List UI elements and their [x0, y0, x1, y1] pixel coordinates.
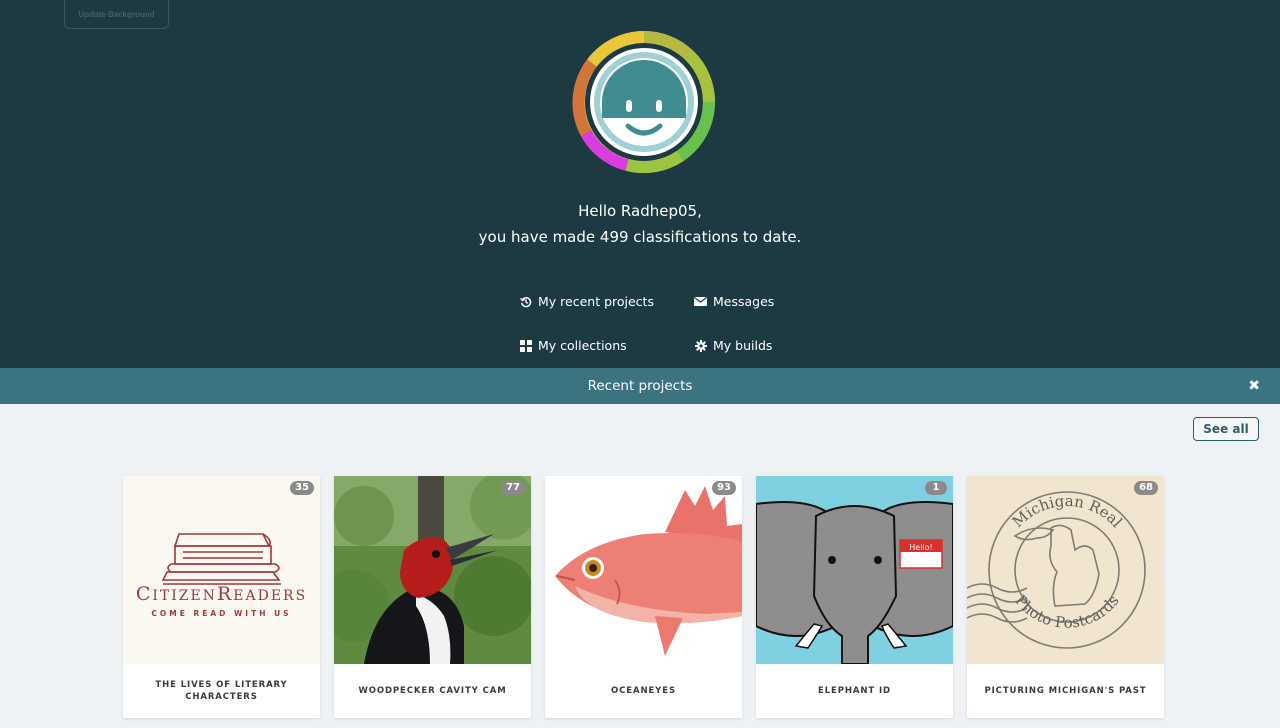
my-collections-link[interactable]: My collections [520, 338, 627, 353]
project-image: CITIZENREADERS COME READ WITH US [123, 476, 320, 664]
envelope-icon [694, 297, 707, 306]
recent-projects-title: Recent projects [587, 378, 693, 394]
gear-icon [695, 339, 707, 352]
project-title: PICTURING MICHIGAN'S PAST [984, 686, 1147, 696]
project-card[interactable]: CITIZENREADERS COME READ WITH US 35 THE … [123, 476, 320, 718]
classification-count: you have made 499 classifications to dat… [478, 228, 802, 246]
project-image: Hello! [756, 476, 953, 664]
project-title: ELEPHANT ID [818, 686, 891, 696]
hello-tag-text: Hello! [909, 543, 932, 552]
messages-label: Messages [713, 294, 775, 309]
classification-count-badge: 68 [1134, 481, 1158, 495]
my-builds-link[interactable]: My builds [695, 338, 772, 353]
project-card[interactable]: Michigan Real Photo Postcards 68 PICTURI… [967, 476, 1164, 718]
messages-link[interactable]: Messages [694, 294, 774, 309]
classification-count-badge: 1 [925, 481, 947, 495]
classification-count-badge: 93 [712, 481, 736, 495]
greeting-name: Hello Radhep05, [578, 202, 702, 220]
close-icon[interactable]: ✖ [1248, 368, 1260, 404]
my-collections-label: My collections [538, 338, 627, 353]
update-background-button[interactable]: Update Background [64, 0, 169, 29]
project-title: WOODPECKER CAVITY CAM [358, 686, 507, 696]
my-builds-label: My builds [713, 338, 773, 353]
project-title: OCEANEYES [611, 686, 676, 696]
history-icon [520, 296, 532, 307]
project-card[interactable]: 77 WOODPECKER CAVITY CAM [334, 476, 531, 718]
project-image [545, 476, 742, 664]
svg-text:COME READ WITH US: COME READ WITH US [151, 609, 291, 618]
classification-count-badge: 77 [501, 481, 525, 495]
profile-hero: Update Background Hello Radhep05, you ha… [0, 0, 1280, 368]
project-card[interactable]: 93 OCEANEYES [545, 476, 742, 718]
grid-icon [520, 339, 532, 352]
recent-projects-bar: Recent projects ✖ [0, 368, 1280, 404]
project-image: Michigan Real Photo Postcards [967, 476, 1164, 664]
project-image [334, 476, 531, 664]
see-all-button[interactable]: See all [1193, 417, 1259, 441]
my-recent-projects-link[interactable]: My recent projects [520, 294, 654, 309]
project-card[interactable]: Hello! 1 ELEPHANT ID [756, 476, 953, 718]
project-title: THE LIVES OF LITERARY CHARACTERS [155, 680, 288, 702]
avatar[interactable] [572, 30, 716, 174]
classification-count-badge: 35 [290, 481, 314, 495]
my-recent-projects-label: My recent projects [538, 294, 654, 309]
